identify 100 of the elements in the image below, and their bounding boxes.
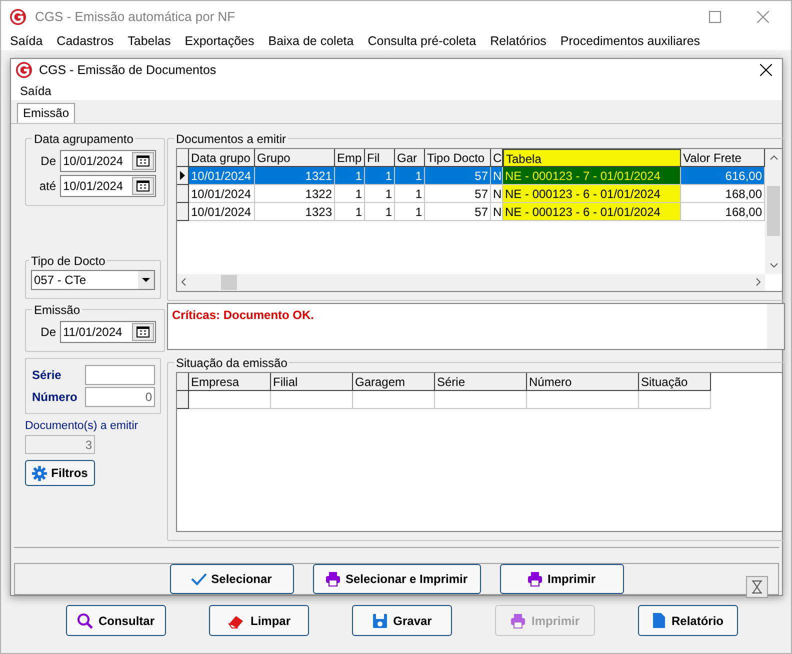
date-field[interactable]: 10/01/2024: [60, 150, 156, 172]
printer-icon: [527, 571, 544, 587]
calendar-button[interactable]: [132, 322, 154, 341]
footer-button[interactable]: Consultar: [66, 605, 166, 636]
menu-item[interactable]: Exportações: [184, 32, 254, 50]
vertical-scrollbar[interactable]: [767, 304, 784, 349]
document-type-dropdown[interactable]: 057 - CTe: [31, 270, 155, 290]
scroll-left-icon: [181, 278, 186, 286]
menu-item[interactable]: Baixa de coleta: [268, 32, 354, 50]
hourglass-button[interactable]: [746, 576, 768, 598]
row-pointer-icon: [180, 170, 185, 180]
gear-icon: [32, 466, 48, 481]
table-row[interactable]: 10/01/2024 1323 1 1 1 57 N NE - 000123 - 6 - 01/01/2024 168,00: [177, 202, 765, 221]
table-cell: 1: [395, 202, 425, 221]
calendar-icon: [136, 154, 150, 167]
column-header[interactable]: Tabela: [503, 148, 681, 167]
maximize-icon[interactable]: [709, 10, 721, 22]
calendar-icon: [136, 180, 150, 192]
table-cell: NE - 000123 - 6 - 01/01/2024: [503, 202, 681, 221]
column-header[interactable]: Tipo Docto: [425, 148, 491, 167]
column-header[interactable]: C: [491, 148, 503, 167]
table-cell: 1: [335, 202, 365, 221]
table-cell: [639, 390, 711, 409]
group-title: Emissão: [34, 302, 80, 317]
number-field[interactable]: 0: [85, 386, 155, 407]
field-label: Documento(s) a emitir: [25, 418, 140, 434]
column-header[interactable]: Série: [435, 372, 527, 391]
window-title: CGS - Emissão automática por NF: [35, 8, 236, 26]
menu-item[interactable]: Tabelas: [128, 32, 171, 50]
field-label: De: [40, 152, 56, 170]
row-header[interactable]: [177, 202, 189, 221]
date-field[interactable]: 10/01/2024: [60, 174, 156, 197]
scrollbar-thumb[interactable]: [221, 274, 237, 290]
column-header[interactable]: Gar: [395, 148, 425, 167]
table-row[interactable]: 10/01/2024 1322 1 1 1 57 N NE - 000123 - 6 - 01/01/2024 168,00: [177, 184, 765, 203]
table-cell: 1: [365, 202, 395, 221]
logo-icon: [9, 8, 27, 26]
document-count-field: 3: [25, 435, 95, 454]
horizontal-scrollbar[interactable]: [177, 274, 765, 291]
check-icon: [191, 572, 208, 586]
menu-item[interactable]: Relatórios: [490, 32, 546, 50]
menu-item[interactable]: Cadastros: [56, 32, 114, 50]
group-title: Situação da emissão: [176, 356, 288, 370]
field-label: até: [38, 178, 56, 195]
scroll-right-icon: [756, 278, 761, 286]
row-header[interactable]: [177, 390, 189, 409]
footer-button[interactable]: Relatório: [638, 605, 738, 636]
corner-header: [177, 148, 189, 167]
column-header[interactable]: Data grupo: [189, 148, 255, 167]
group-title: Data agrupamento: [34, 132, 134, 146]
menu-item[interactable]: Saída: [10, 32, 43, 50]
column-header[interactable]: Valor Frete: [681, 148, 765, 167]
row-header[interactable]: [177, 166, 189, 185]
column-header[interactable]: Garagem: [353, 372, 435, 391]
column-header[interactable]: Emp: [335, 148, 365, 167]
date-field[interactable]: 11/01/2024: [60, 320, 156, 343]
calendar-button[interactable]: [132, 152, 154, 170]
table-cell: 1323: [255, 202, 335, 221]
column-header[interactable]: Fil: [365, 148, 395, 167]
menu-item[interactable]: Procedimentos auxiliares: [560, 32, 700, 50]
field-label: De: [40, 324, 56, 341]
menu-item[interactable]: Saída: [20, 82, 52, 100]
field-label: Número: [32, 388, 78, 406]
close-icon[interactable]: [760, 64, 772, 76]
scroll-down-icon: [770, 262, 778, 268]
dropdown-arrow-icon: [142, 278, 150, 282]
dialog-button[interactable]: Selecionar e Imprimir: [312, 564, 480, 594]
filter-button[interactable]: Filtros: [25, 460, 95, 486]
search-icon: [77, 612, 94, 628]
dialog-button[interactable]: Imprimir: [500, 564, 624, 594]
table-cell: NE - 000123 - 6 - 01/01/2024: [503, 184, 681, 203]
scroll-up-icon: [770, 154, 778, 160]
footer-button[interactable]: Limpar: [209, 605, 309, 636]
corner-header: [177, 372, 189, 391]
printer-icon: [325, 571, 342, 587]
vertical-scrollbar[interactable]: [765, 148, 782, 274]
column-header[interactable]: Grupo: [255, 148, 335, 167]
table-cell: NE - 000123 - 7 - 01/01/2024: [503, 166, 681, 185]
printer-icon: [510, 612, 526, 628]
hourglass-icon: [751, 580, 763, 594]
dialog-title: CGS - Emissão de Documentos: [39, 62, 216, 80]
calendar-button[interactable]: [132, 176, 154, 195]
critique-message: Críticas: Documento OK.: [171, 306, 316, 324]
row-header[interactable]: [177, 184, 189, 203]
dialog-button[interactable]: Selecionar: [170, 564, 294, 594]
column-header[interactable]: Situação: [639, 372, 711, 391]
series-field[interactable]: [85, 364, 155, 385]
column-header[interactable]: Filial: [271, 372, 353, 391]
table-row[interactable]: 10/01/2024 1321 1 1 1 57 N NE - 000123 - 7 - 01/01/2024 616,00: [177, 166, 765, 185]
column-header[interactable]: Empresa: [189, 372, 271, 391]
group-title: Documentos a emitir: [176, 132, 286, 146]
field-label: Série: [32, 366, 62, 384]
scrollbar-thumb[interactable]: [767, 186, 780, 236]
group-title: Tipo de Docto: [31, 254, 106, 268]
column-header[interactable]: Número: [527, 372, 639, 391]
footer-button[interactable]: Gravar: [352, 605, 452, 636]
calendar-icon: [136, 326, 150, 338]
tab[interactable]: Emissão: [17, 102, 76, 123]
menu-item[interactable]: Consulta pré-coleta: [368, 32, 476, 50]
table-cell: 10/01/2024: [189, 202, 255, 221]
